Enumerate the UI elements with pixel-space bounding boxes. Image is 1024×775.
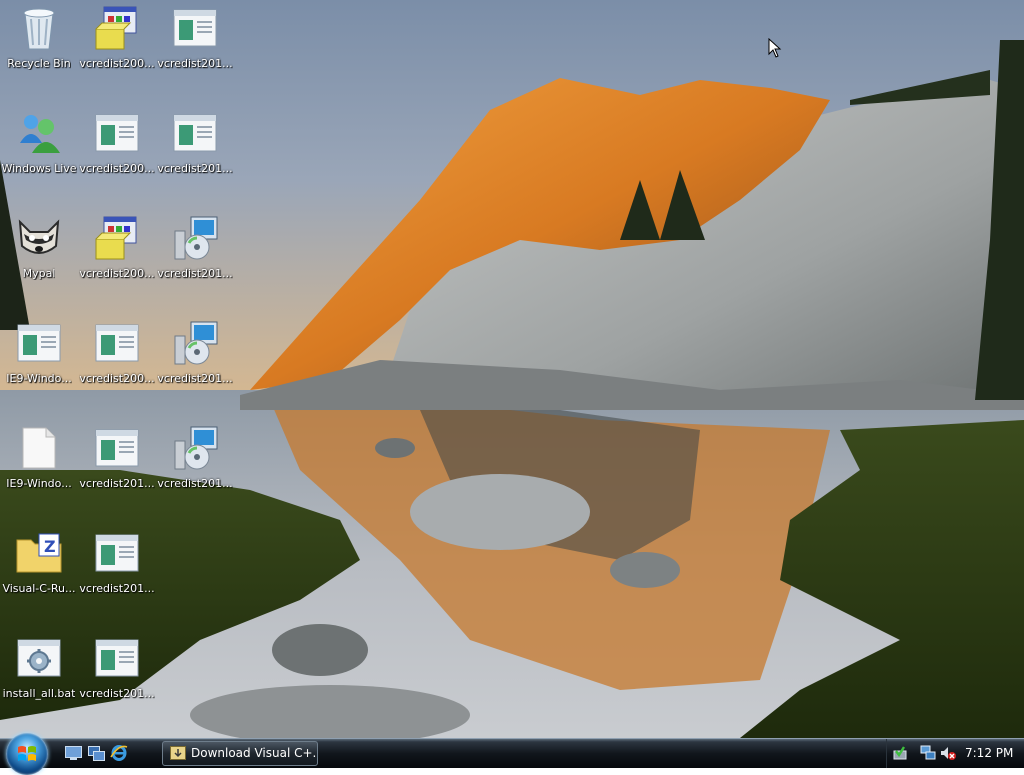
quick-launch-switch-windows[interactable] [87,745,105,761]
icon-label: Recycle Bin [7,57,71,70]
setup-cd-icon [171,424,219,472]
desktop-icon-vcredist2010-b[interactable]: vcredist201... [78,527,156,619]
windows-live-icon [15,109,63,157]
desktop-icon-vcredist2013-b[interactable]: vcredist201... [156,317,234,409]
desktop-icon-vcredist2013-a[interactable]: vcredist201... [156,212,234,304]
quick-launch-internet-explorer[interactable] [110,745,128,761]
desktop-icon-vcredist2005-b[interactable]: vcredist200... [78,107,156,199]
taskbar: Download Visual C+... 7:12 PM [0,733,1024,775]
icon-label: Windows Live [1,162,77,175]
icon-label: vcredist200... [79,162,155,175]
icon-label: vcredist201... [79,477,155,490]
icon-label: vcredist201... [157,267,233,280]
icon-label: IE9-Windo... [6,477,72,490]
safely-remove-hardware-icon [893,746,907,760]
window-app-icon [93,109,141,157]
start-button[interactable] [6,733,48,775]
icon-label: vcredist201... [157,162,233,175]
zip-folder-icon: Z [15,529,63,577]
svg-text:Z: Z [44,537,56,556]
window-app-icon [93,319,141,367]
mypal-icon [15,214,63,262]
quick-launch-show-desktop[interactable] [64,745,82,761]
icon-label: vcredist201... [157,372,233,385]
desktop-icon-visual-c-runtime-zip[interactable]: Z Visual-C-Ru... [0,527,78,619]
batch-file-icon [15,634,63,682]
show-desktop-icon [64,746,82,760]
installer-package-icon [93,214,141,262]
icon-label: vcredist200... [79,372,155,385]
icon-label: vcredist200... [79,57,155,70]
desktop-icon-vcredist2010-c[interactable]: vcredist201... [78,632,156,724]
icon-label: vcredist201... [157,57,233,70]
internet-explorer-icon [110,745,128,761]
desktop-icon-vcredist2015[interactable]: vcredist201... [156,422,234,514]
desktop-icon-ie9-installer-1[interactable]: IE9-Windo... [0,317,78,409]
taskbar-button-label: Download Visual C+... [191,746,318,760]
desktop-icon-vcredist2012-a[interactable]: vcredist201... [156,2,234,94]
icon-label: vcredist201... [157,477,233,490]
tray-safely-remove-hardware[interactable] [892,745,908,761]
recycle-bin-icon [15,4,63,52]
desktop-icon-windows-live[interactable]: Windows Live [0,107,78,199]
window-app-icon [171,4,219,52]
icon-label: install_all.bat [2,687,76,700]
icon-label: vcredist201... [79,582,155,595]
installer-package-icon [93,4,141,52]
setup-cd-icon [171,319,219,367]
desktop-icon-mypal[interactable]: Mypal [0,212,78,304]
desktop-icon-recycle-bin[interactable]: Recycle Bin [0,2,78,94]
desktop-icon-install-all-bat[interactable]: install_all.bat [0,632,78,724]
tray-volume[interactable] [940,745,956,761]
volume-muted-icon [941,747,956,760]
icon-label: IE9-Windo... [6,372,72,385]
download-window-icon [170,746,186,760]
desktop-icon-vcredist2008-a[interactable]: vcredist200... [78,212,156,304]
window-app-icon [93,424,141,472]
desktop-icon-vcredist2005-a[interactable]: vcredist200... [78,2,156,94]
setup-cd-icon [171,214,219,262]
clock[interactable]: 7:12 PM [965,746,1013,760]
window-app-icon [171,109,219,157]
mouse-cursor-icon [768,38,782,58]
windows-start-orb-icon [18,746,36,761]
desktop[interactable]: Recycle Bin Windows Live Mypal IE9-Windo… [0,0,1024,738]
window-app-icon [93,529,141,577]
icon-label: Mypal [22,267,56,280]
icon-label: Visual-C-Ru... [2,582,76,595]
blank-file-icon [15,424,63,472]
desktop-icon-vcredist2008-b[interactable]: vcredist200... [78,317,156,409]
switch-windows-icon [87,745,105,761]
desktop-icon-vcredist2012-b[interactable]: vcredist201... [156,107,234,199]
icon-label: vcredist201... [79,687,155,700]
desktop-icon-ie9-installer-2[interactable]: IE9-Windo... [0,422,78,514]
window-app-icon [15,319,63,367]
desktop-icon-vcredist2010-a[interactable]: vcredist201... [78,422,156,514]
window-app-icon [93,634,141,682]
network-icon [920,745,936,760]
taskbar-button-download-visual-cpp[interactable]: Download Visual C+... [162,741,318,766]
icon-label: vcredist200... [79,267,155,280]
tray-network[interactable] [920,745,936,761]
